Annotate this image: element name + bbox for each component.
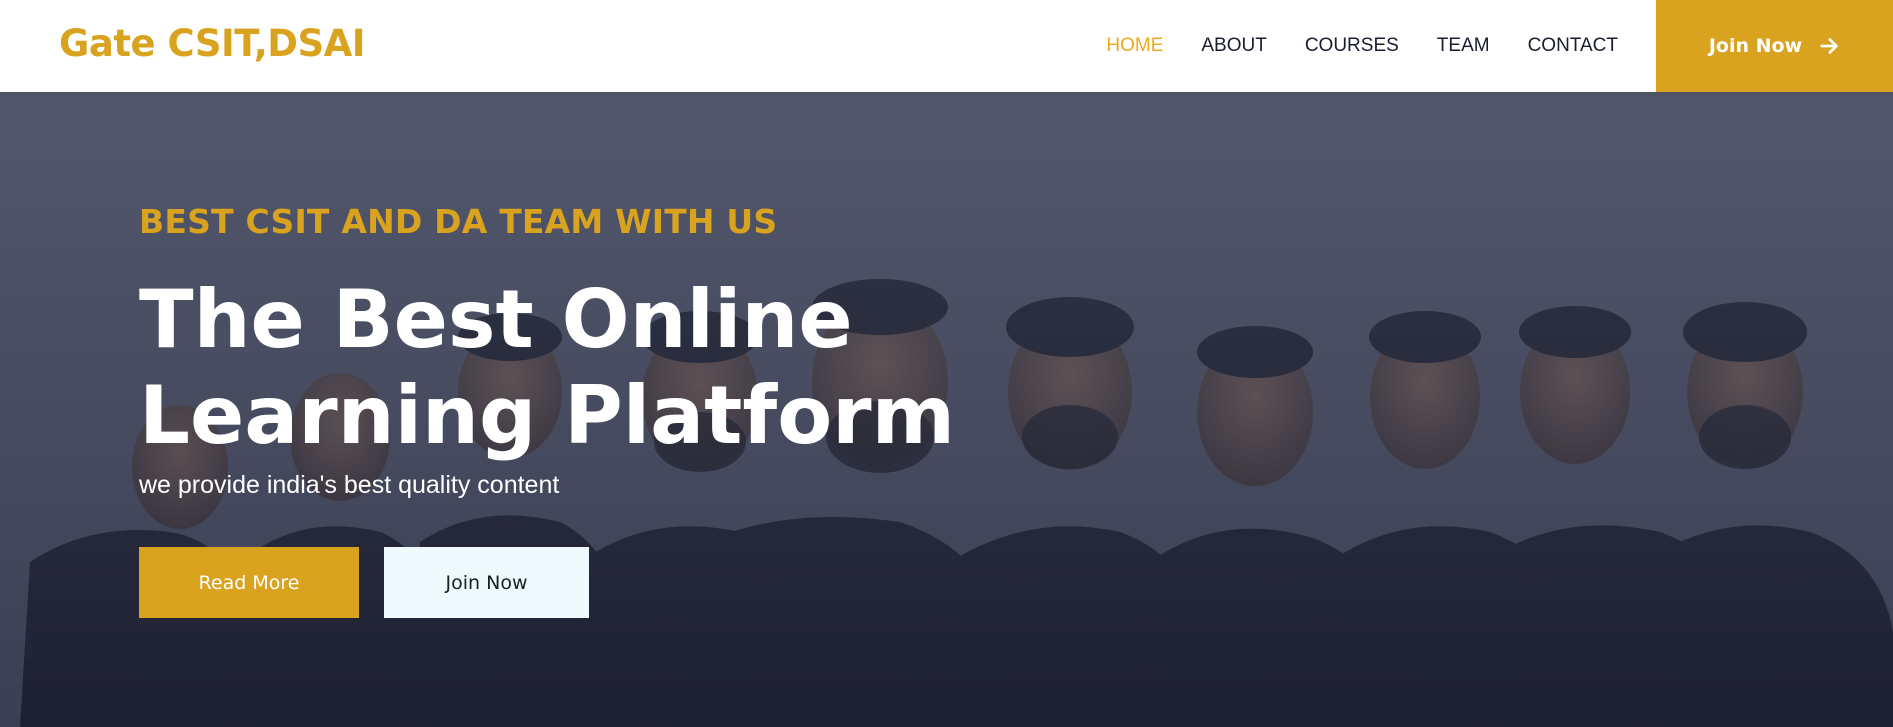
nav-item-home[interactable]: HOME: [1106, 35, 1163, 57]
hero-subtext: we provide india's best quality content: [139, 471, 560, 499]
join-now-nav-button[interactable]: Join Now: [1656, 0, 1893, 92]
nav-item-contact[interactable]: CONTACT: [1528, 35, 1618, 57]
nav-item-courses[interactable]: COURSES: [1305, 35, 1399, 57]
nav-item-about[interactable]: ABOUT: [1201, 35, 1266, 57]
join-now-button[interactable]: Join Now: [384, 547, 589, 618]
read-more-button[interactable]: Read More: [139, 547, 359, 618]
nav-item-team[interactable]: TEAM: [1437, 35, 1490, 57]
brand-logo[interactable]: Gate CSIT,DSAI: [59, 18, 366, 70]
hero-section: BEST CSIT AND DA TEAM WITH US The Best O…: [0, 92, 1893, 727]
navbar: Gate CSIT,DSAI HOME ABOUT COURSES TEAM C…: [0, 0, 1893, 92]
hero-eyebrow: BEST CSIT AND DA TEAM WITH US: [139, 202, 778, 241]
nav-menu: HOME ABOUT COURSES TEAM CONTACT: [1068, 0, 1618, 92]
arrow-right-icon: [1820, 38, 1838, 54]
hero-headline: The Best Online Learning Platform: [139, 273, 955, 462]
join-now-nav-label: Join Now: [1708, 35, 1803, 57]
